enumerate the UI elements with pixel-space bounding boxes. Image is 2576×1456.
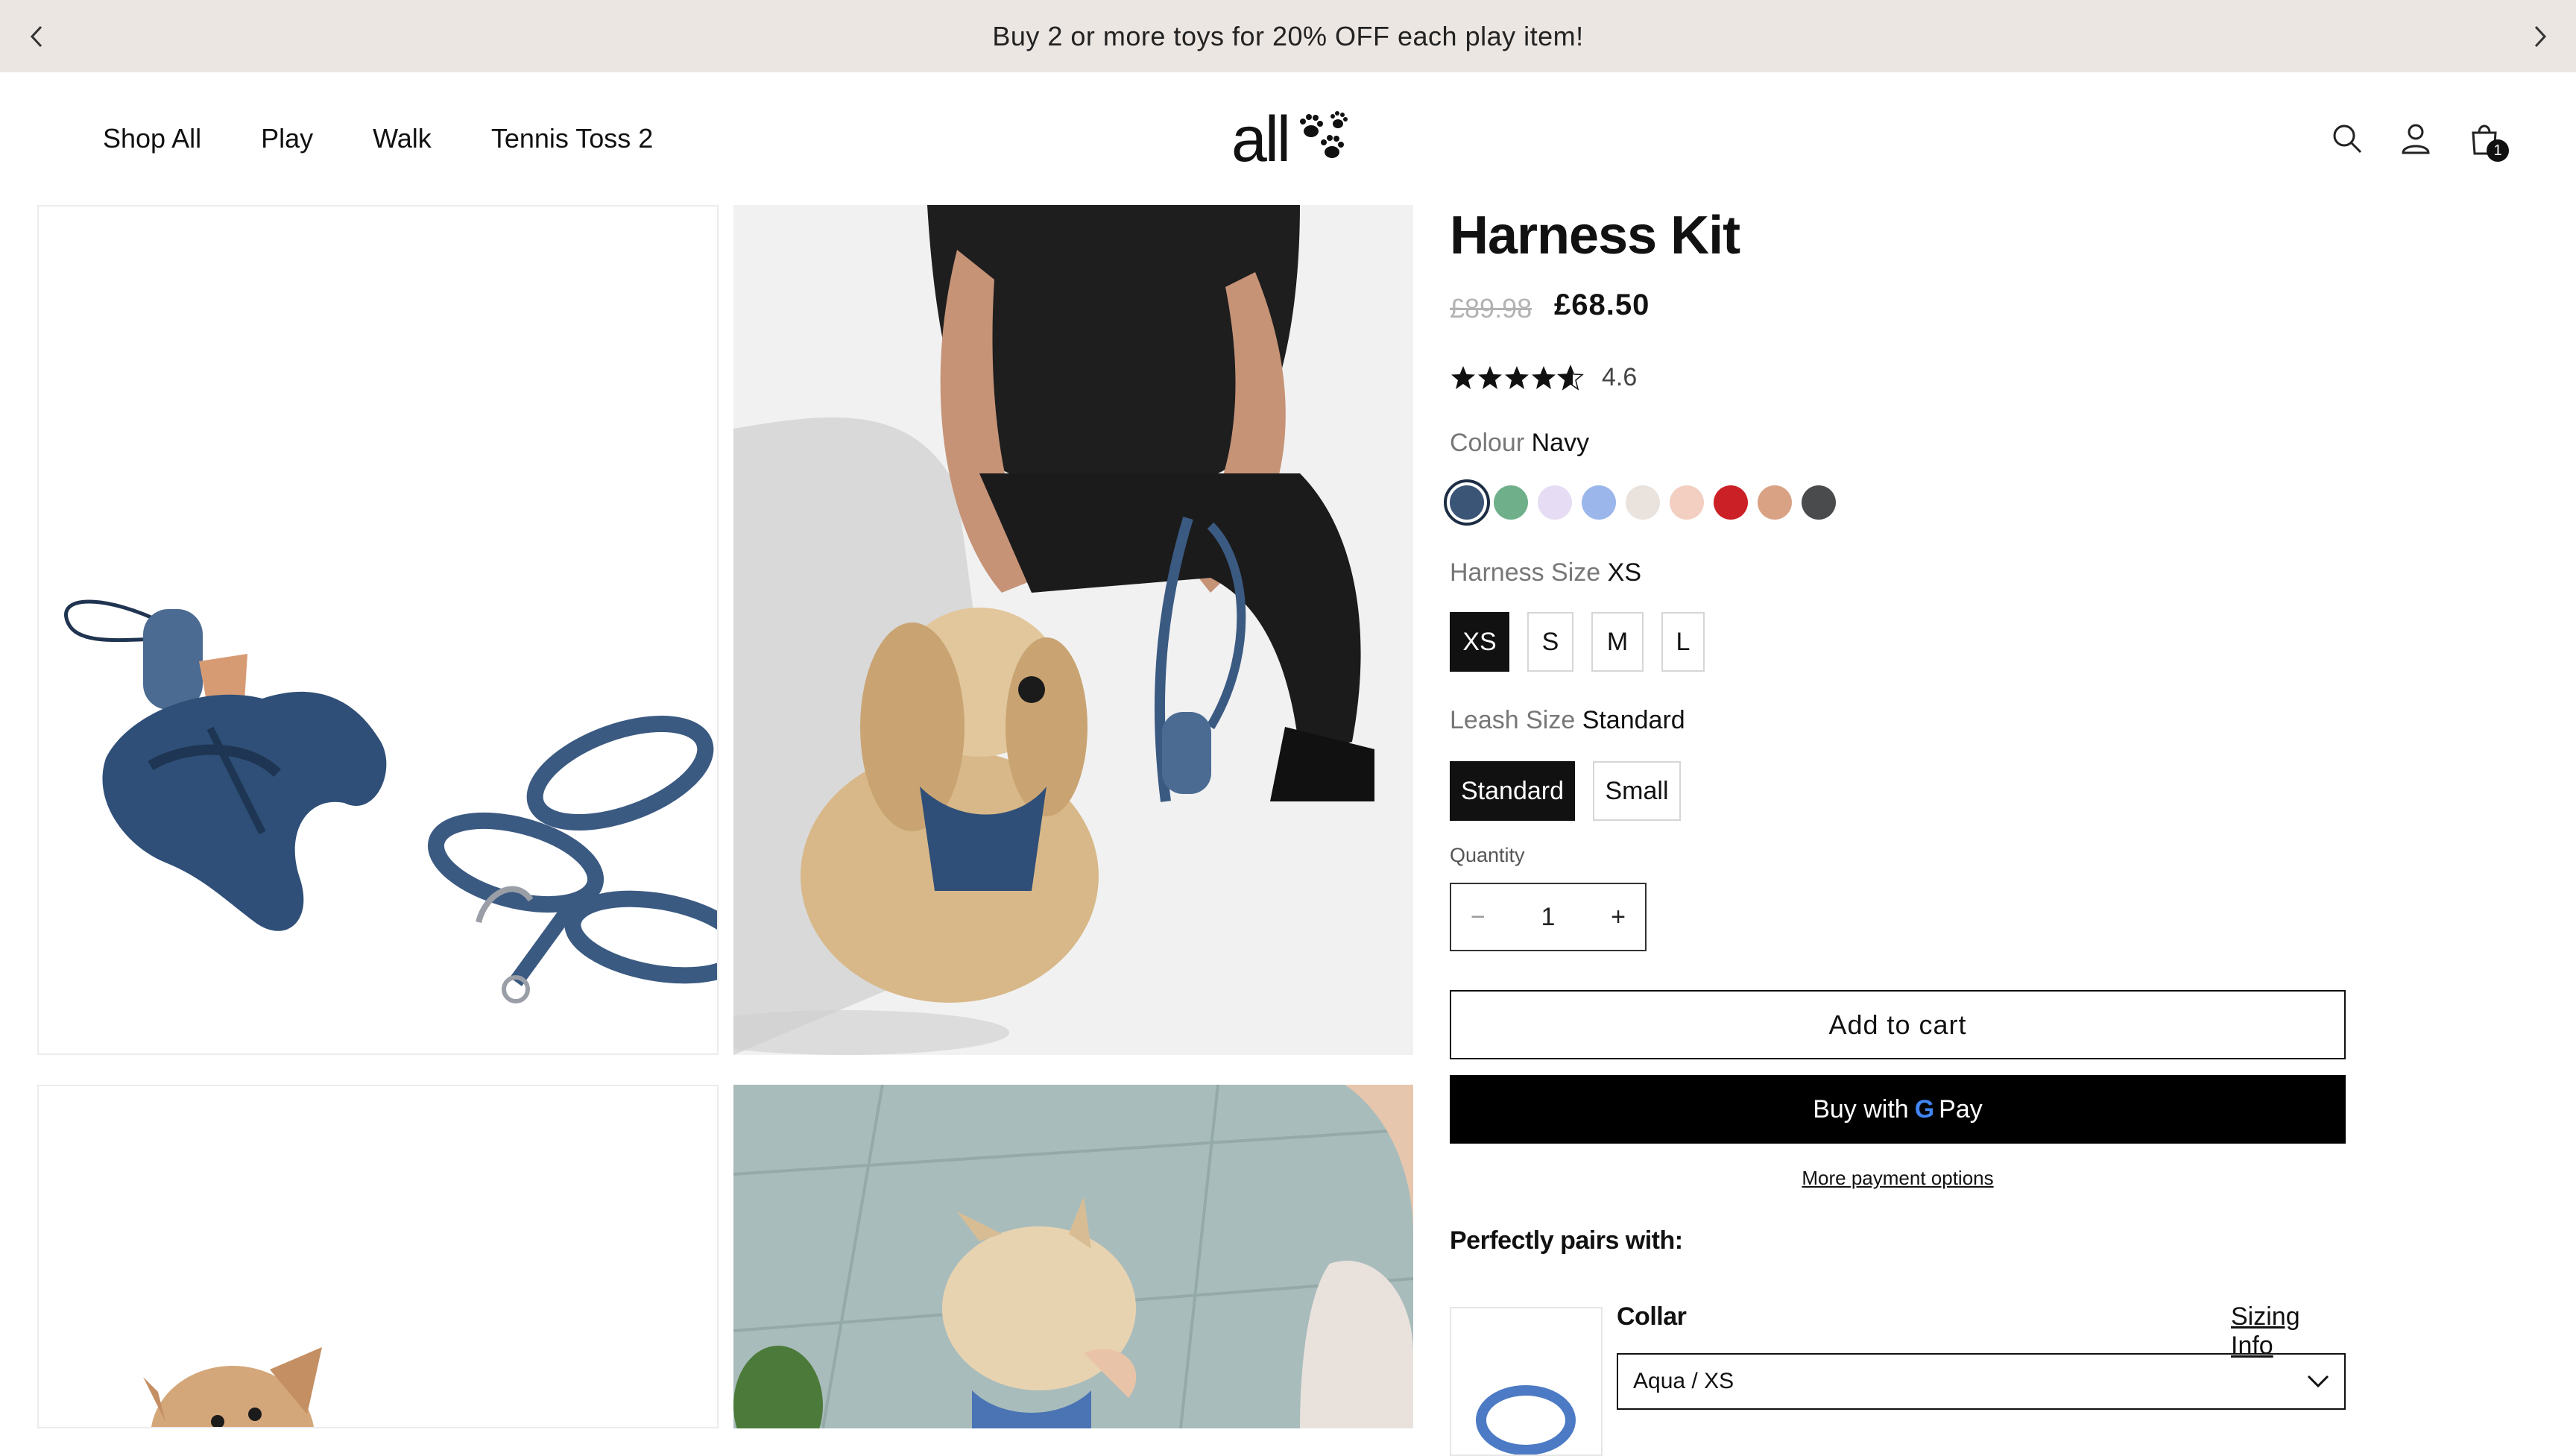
harness-kit-flatlay-image	[39, 207, 717, 1053]
colour-selected: Navy	[1531, 429, 1590, 457]
collar-thumbnail[interactable]	[1450, 1307, 1603, 1456]
harness-size-selected: XS	[1607, 558, 1642, 587]
harness-size-l[interactable]: L	[1661, 612, 1705, 672]
swatch-red[interactable]	[1714, 485, 1748, 520]
header-icons: 1	[2330, 72, 2509, 205]
gallery-image-1[interactable]	[37, 205, 719, 1055]
pairs-heading: Perfectly pairs with:	[1450, 1226, 1683, 1255]
google-g-icon: G	[1914, 1094, 1935, 1123]
announcement-bar: Buy 2 or more toys for 20% OFF each play…	[0, 0, 2576, 72]
product-title: Harness Kit	[1450, 206, 1740, 265]
collar-variant-select[interactable]: Aqua / XS	[1617, 1353, 2346, 1410]
gallery-image-4[interactable]	[733, 1085, 1413, 1428]
swatch-peach[interactable]	[1670, 485, 1704, 520]
chevron-down-icon	[2307, 1375, 2329, 1388]
account-icon[interactable]	[2399, 122, 2433, 156]
add-to-cart-button[interactable]: Add to cart	[1450, 990, 2346, 1059]
harness-size-label: Harness Size XS	[1450, 558, 1642, 587]
search-icon[interactable]	[2330, 122, 2364, 156]
dog-with-harness-photo	[733, 205, 1413, 1055]
price-sale: £68.50	[1554, 289, 1650, 321]
leash-size-small[interactable]: Small	[1593, 761, 1681, 821]
nav-shop-all[interactable]: Shop All	[103, 123, 201, 154]
leash-size-label: Leash Size Standard	[1450, 706, 1685, 734]
swatch-light-blue[interactable]	[1582, 485, 1616, 520]
more-payment-options-link[interactable]: More payment options	[1450, 1167, 2346, 1190]
harness-size-m[interactable]: M	[1591, 612, 1644, 672]
rating[interactable]: 4.6	[1450, 363, 1637, 392]
price-original: £89.98	[1450, 293, 1532, 324]
collar-image	[1451, 1308, 1601, 1455]
gpay-suffix: Pay	[1939, 1094, 1983, 1123]
small-dog-photo	[39, 1086, 717, 1427]
logo-text: all	[1231, 104, 1291, 175]
chevron-left-icon[interactable]	[0, 0, 72, 72]
star-rating-icon	[1451, 365, 1583, 390]
rating-value: 4.6	[1602, 363, 1638, 391]
colour-label: Colour Navy	[1450, 429, 1590, 457]
quantity-stepper: − 1 +	[1450, 883, 1647, 951]
nav-tennis-toss-2[interactable]: Tennis Toss 2	[491, 123, 653, 154]
main-nav: Shop All Play Walk Tennis Toss 2	[103, 72, 653, 205]
cart-icon[interactable]: 1	[2467, 122, 2509, 162]
harness-size-options: XS S M L	[1450, 612, 1705, 672]
leash-size-selected: Standard	[1582, 706, 1685, 734]
swatch-green[interactable]	[1494, 485, 1528, 520]
dog-outdoor-photo	[733, 1085, 1413, 1428]
quantity-minus-button[interactable]: −	[1471, 903, 1486, 932]
nav-walk[interactable]: Walk	[373, 123, 432, 154]
swatch-navy[interactable]	[1444, 479, 1490, 526]
paw-prints-icon	[1300, 111, 1348, 158]
site-logo[interactable]: all	[1231, 102, 1353, 177]
quantity-label: Quantity	[1450, 844, 1525, 866]
swatch-charcoal[interactable]	[1802, 485, 1836, 520]
leash-size-options: Standard Small	[1450, 761, 1681, 821]
gpay-prefix: Buy with	[1813, 1094, 1909, 1123]
announcement-text: Buy 2 or more toys for 20% OFF each play…	[992, 20, 1584, 51]
colour-swatches	[1444, 479, 1836, 526]
quantity-plus-button[interactable]: +	[1611, 903, 1626, 932]
swatch-cream[interactable]	[1626, 485, 1660, 520]
harness-size-xs[interactable]: XS	[1450, 612, 1509, 672]
sizing-info-link[interactable]: Sizing Info	[2231, 1302, 2344, 1361]
pair-item-name: Collar	[1617, 1302, 1687, 1331]
swatch-tan[interactable]	[1758, 485, 1792, 520]
harness-size-s[interactable]: S	[1527, 612, 1573, 672]
buy-with-gpay-button[interactable]: Buy with G Pay	[1450, 1075, 2346, 1144]
cart-count-badge: 1	[2487, 139, 2509, 162]
site-header: Shop All Play Walk Tennis Toss 2 all 1	[0, 72, 2576, 205]
nav-play[interactable]: Play	[261, 123, 313, 154]
gallery-image-2[interactable]	[733, 205, 1413, 1055]
gallery-image-3[interactable]	[37, 1085, 719, 1428]
chevron-right-icon[interactable]	[2504, 0, 2576, 72]
swatch-lavender[interactable]	[1538, 485, 1572, 520]
leash-size-standard[interactable]: Standard	[1450, 761, 1575, 821]
collar-variant-value: Aqua / XS	[1633, 1369, 1734, 1393]
quantity-value[interactable]: 1	[1541, 903, 1556, 932]
